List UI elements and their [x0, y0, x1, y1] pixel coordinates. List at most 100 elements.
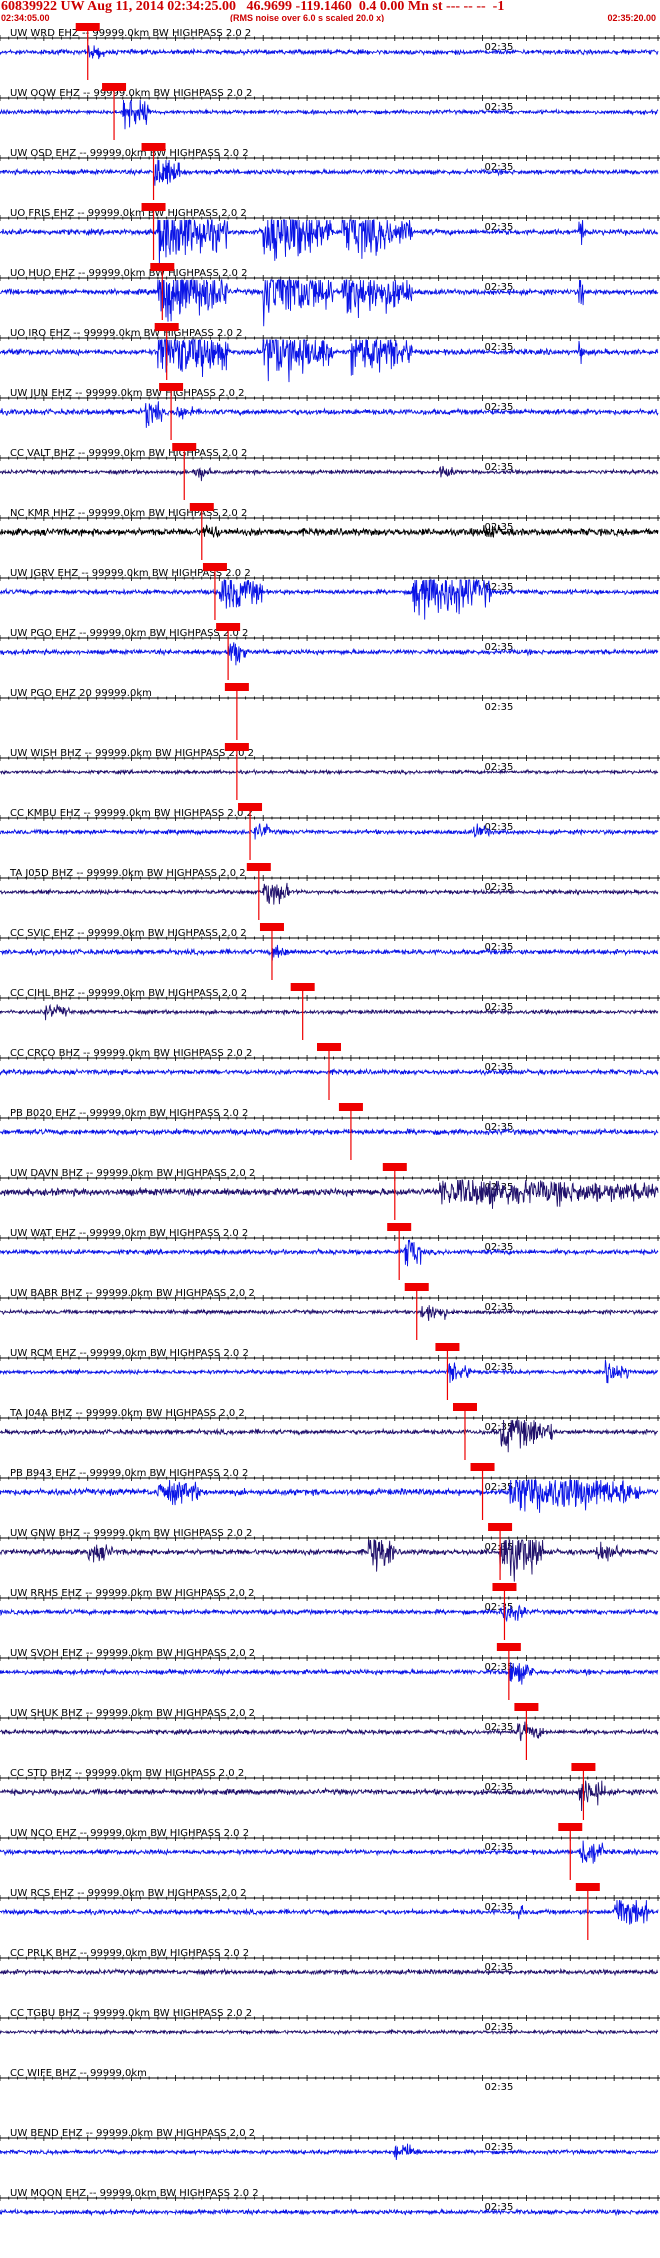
- station-label: UW WRD EHZ -- 99999.0km BW HIGHPASS 2.0 …: [10, 28, 251, 39]
- trace-row: 02:35PB B020 EHZ -- 99999.0km BW HIGHPAS…: [0, 1103, 660, 1160]
- waveform: [0, 524, 659, 539]
- pick-flag: [150, 263, 175, 271]
- trace-row: 02:35UW WAT EHZ -- 99999.0km BW HIGHPASS…: [0, 1223, 660, 1280]
- station-label: UW RRHS EHZ -- 99999.0km BW HIGHPASS 2.0…: [10, 1588, 255, 1599]
- trace-row: 02:35CC KMBU EHZ -- 99999.0km BW HIGHPAS…: [0, 803, 660, 860]
- pick-flag: [290, 983, 315, 991]
- waveform: [0, 99, 659, 130]
- pick-flag: [224, 743, 249, 751]
- seismogram-plot: 02:35 UW WRD EHZ -- 99999.0km BW HIGHPASS…: [0, 23, 660, 2217]
- trace-row: 02:35UW BABR BHZ -- 99999.0km BW HIGHPAS…: [0, 1283, 660, 1340]
- trace-row: 02:35UW WRD EHZ -- 99999.0km BW HIGHPASS…: [0, 23, 660, 80]
- pick-flag: [571, 1763, 596, 1771]
- station-label: UW RCM EHZ -- 99999.0km BW HIGHPASS 2.0 …: [10, 1348, 249, 1359]
- waveform: [0, 882, 659, 905]
- trace-row: 02:35UW BEND EHZ -- 99999.0km BW HIGHPAS…: [0, 2128, 660, 2161]
- time-tick-label: 02:35: [485, 2082, 514, 2093]
- trace-row: 02:35UW RCM EHZ -- 99999.0km BW HIGHPASS…: [0, 1343, 660, 1400]
- pick-flag: [496, 1643, 521, 1651]
- waveform: [0, 338, 659, 383]
- trace-row: 02:35UW MOON EHZ -- 99999.0km BW HIGHPAS…: [0, 2188, 660, 2217]
- trace-row: 02:35NC KMR HHZ -- 99999.0km BW HIGHPASS…: [0, 503, 660, 560]
- station-label: CC SVIC EHZ -- 99999.0km BW HIGHPASS 2.0…: [10, 928, 247, 939]
- pick-flag: [492, 1583, 517, 1591]
- station-label: UW SVOH EHZ -- 99999.0km BW HIGHPASS 2.0…: [10, 1648, 255, 1659]
- station-label: UW PGO EHZ -- 99999.0km BW HIGHPASS 2.0 …: [10, 628, 248, 639]
- trace-row: 02:35PB B943 EHZ -- 99999.0km BW HIGHPAS…: [0, 1463, 660, 1520]
- waveform: [0, 1179, 659, 1209]
- trace-row: 02:35UW RCS EHZ -- 99999.0km BW HIGHPASS…: [0, 1883, 660, 1940]
- pick-flag: [202, 563, 227, 571]
- trace-row: 02:35UW PGO EHZ -- 99999.0km BW HIGHPASS…: [0, 623, 660, 680]
- waveform: [0, 1539, 659, 1582]
- trace-row: 02:35CC VALT BHZ -- 99999.0km BW HIGHPAS…: [0, 443, 660, 500]
- station-label: CC KMBU EHZ -- 99999.0km BW HIGHPASS 2.0…: [10, 808, 253, 819]
- waveform: [0, 1003, 659, 1021]
- station-label: UW BEND EHZ -- 99999.0km BW HIGHPASS 2.0…: [10, 2128, 255, 2139]
- station-label: UW PGO EHZ 20 99999.0km: [10, 688, 152, 699]
- waveform: [0, 579, 659, 620]
- trace-row: 02:35UW JGRV EHZ -- 99999.0km BW HIGHPAS…: [0, 563, 660, 620]
- station-label: CC TGBU BHZ -- 99999.0km BW HIGHPASS 2.0…: [10, 2008, 252, 2019]
- pick-flag: [435, 1343, 460, 1351]
- trace-row: 02:35UO IRO EHZ -- 99999.0km BW HIGHPASS…: [0, 323, 660, 383]
- waveform: [0, 1967, 659, 1977]
- waveform: [0, 1359, 659, 1384]
- station-label: UO FRIS EHZ -- 99999.0km BW HIGHPASS 2.0…: [10, 208, 247, 219]
- end-time-label: 02:35:20.00: [607, 13, 656, 22]
- waveform: [0, 278, 659, 327]
- pick-flag: [338, 1103, 363, 1111]
- pick-flag: [317, 1043, 341, 1051]
- waveform: [0, 159, 659, 186]
- waveform: [0, 944, 659, 961]
- trace-row: 02:35UW SVOH EHZ -- 99999.0km BW HIGHPAS…: [0, 1643, 660, 1700]
- trace-row: 02:35UO FRIS EHZ -- 99999.0km BW HIGHPAS…: [0, 203, 660, 268]
- waveform: [0, 401, 659, 428]
- station-label: UW RCS EHZ -- 99999.0km BW HIGHPASS 2.0 …: [10, 1888, 247, 1899]
- plot-header: 60839922 UW Aug 11, 2014 02:34:25.00 46.…: [0, 0, 660, 22]
- pick-flag: [246, 863, 271, 871]
- waveform: [0, 1899, 659, 1925]
- station-label: UW NCO EHZ -- 99999.0km BW HIGHPASS 2.0 …: [10, 1828, 249, 1839]
- station-label: UW WISH BHZ -- 99999.0km BW HIGHPASS 2.0…: [10, 748, 254, 759]
- pick-flag: [75, 23, 100, 31]
- station-label: PB B020 EHZ -- 99999.0km BW HIGHPASS 2.0…: [10, 1108, 248, 1119]
- trace-row: 02:35CC CRCO BHZ -- 99999.0km BW HIGHPAS…: [0, 1043, 660, 1100]
- station-label: UW GNW BHZ -- 99999.0km BW HIGHPASS 2.0 …: [10, 1528, 252, 1539]
- station-label: UO HUO EHZ -- 99999.0km BW HIGHPASS 2.0 …: [10, 268, 247, 279]
- station-label: UW OSD EHZ -- 99999.0km BW HIGHPASS 2.0 …: [10, 148, 249, 159]
- station-label: UW OOW EHZ -- 99999.0km BW HIGHPASS 2.0 …: [10, 88, 252, 99]
- pick-flag: [224, 683, 249, 691]
- pick-flag: [141, 143, 166, 151]
- waveform: [0, 2028, 659, 2036]
- pick-flag: [382, 1163, 407, 1171]
- waveform: [0, 823, 659, 840]
- waveform: [0, 219, 659, 268]
- trace-row: 02:35UW WISH BHZ -- 99999.0km BW HIGHPAS…: [0, 743, 660, 800]
- pick-flag: [141, 203, 166, 211]
- trace-row: 02:35UW GNW BHZ -- 99999.0km BW HIGHPASS…: [0, 1523, 660, 1582]
- trace-row: 02:35CC SVIC EHZ -- 99999.0km BW HIGHPAS…: [0, 923, 660, 980]
- station-label: UW MOON EHZ -- 99999.0km BW HIGHPASS 2.0…: [10, 2188, 259, 2199]
- pick-flag: [189, 503, 214, 511]
- station-label: UW BABR BHZ -- 99999.0km BW HIGHPASS 2.0…: [10, 1288, 255, 1299]
- pick-flag: [558, 1823, 583, 1831]
- station-label: UO IRO EHZ -- 99999.0km BW HIGHPASS 2.0 …: [10, 328, 243, 339]
- pick-flag: [488, 1523, 513, 1531]
- waveform: [0, 1603, 659, 1623]
- waveform: [0, 465, 659, 482]
- pick-flag: [102, 83, 127, 91]
- trace-row: 02:35CC TGBU BHZ -- 99999.0km BW HIGHPAS…: [0, 2008, 660, 2036]
- trace-row: 02:35UW OOW EHZ -- 99999.0km BW HIGHPASS…: [0, 83, 660, 140]
- trace-row: 02:35TA J04A BHZ -- 99999.0km BW HIGHPAS…: [0, 1403, 660, 1460]
- start-time-label: 02:34:05.00: [1, 13, 50, 22]
- pick-flag: [172, 443, 197, 451]
- station-label: PB B943 EHZ -- 99999.0km BW HIGHPASS 2.0…: [10, 1468, 248, 1479]
- trace-row: 02:35UW RRHS EHZ -- 99999.0km BW HIGHPAS…: [0, 1583, 660, 1640]
- pick-flag: [159, 383, 184, 391]
- station-label: UW WAT EHZ -- 99999.0km BW HIGHPASS 2.0 …: [10, 1228, 248, 1239]
- trace-row: 02:35CC CIHL BHZ -- 99999.0km BW HIGHPAS…: [0, 983, 660, 1040]
- station-label: UW JUN EHZ -- 99999.0km BW HIGHPASS 2.0 …: [10, 388, 245, 399]
- pick-flag: [575, 1883, 600, 1891]
- pick-flag: [216, 623, 241, 631]
